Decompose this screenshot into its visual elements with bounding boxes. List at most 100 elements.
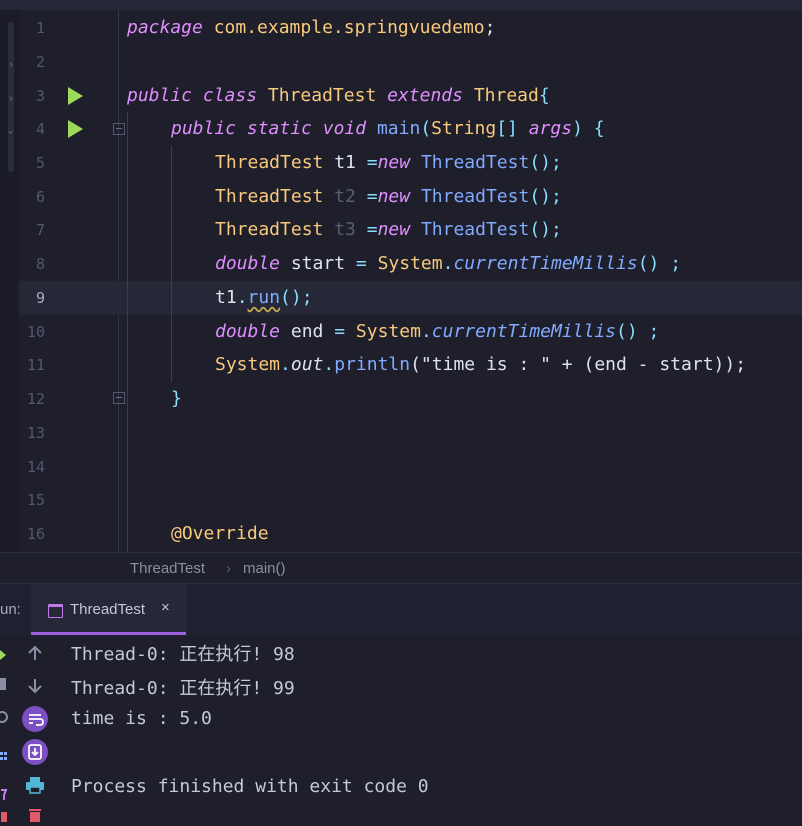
keyword: package <box>127 17 203 38</box>
punctuation: ( <box>420 118 432 139</box>
code-line[interactable]: ThreadTest t3 =new ThreadTest(); <box>215 213 562 247</box>
method-name: currentTimeMillis <box>431 321 617 342</box>
fold-marker-icon[interactable] <box>113 392 125 404</box>
code-line[interactable]: t1.run(); <box>215 281 313 315</box>
operator: = <box>323 321 356 342</box>
current-line-highlight <box>19 281 802 315</box>
punctuation: (); <box>529 186 562 207</box>
run-main-icon[interactable] <box>68 120 83 138</box>
console-output-line: Thread-0: 正在执行! 98 <box>71 644 295 665</box>
pin-icon[interactable] <box>0 787 8 801</box>
code-line[interactable]: package com.example.springvuedemo; <box>127 11 495 45</box>
soft-wrap-icon[interactable] <box>22 706 48 736</box>
punctuation: () ; <box>616 321 660 342</box>
run-tool-window-header: un: ThreadTest × <box>0 583 802 636</box>
punctuation: ; <box>484 17 496 38</box>
indent-guide <box>127 112 128 552</box>
line-number: 5 <box>35 154 45 172</box>
variable: t1 <box>215 287 237 308</box>
code-line[interactable]: public class ThreadTest extends Thread{ <box>127 79 550 113</box>
code-line[interactable]: double end = System.currentTimeMillis() … <box>215 315 659 349</box>
code-line[interactable]: @Override <box>171 517 269 551</box>
operator: = <box>355 152 378 173</box>
package-name: com.example.springvuedemo <box>213 17 485 38</box>
code-line[interactable]: public static void main(String[] args) { <box>171 112 605 146</box>
variable: end <box>290 321 324 342</box>
line-number: 3 <box>35 87 45 105</box>
field-name: out <box>290 354 324 375</box>
code-line[interactable]: double start = System.currentTimeMillis(… <box>215 247 681 281</box>
parameter: args <box>528 118 573 139</box>
code-line[interactable]: ThreadTest t1 =new ThreadTest(); <box>215 146 562 180</box>
keyword: static <box>246 118 312 139</box>
punctuation: () ; <box>637 253 682 274</box>
punctuation: (); <box>529 219 562 240</box>
line-number: 7 <box>35 221 45 239</box>
unused-variable: t2 <box>334 186 356 207</box>
breadcrumb-method[interactable]: main() <box>243 560 286 577</box>
console-output-line: time is : 5.0 <box>71 708 212 729</box>
punctuation: . <box>420 321 432 342</box>
variable: start <box>290 253 346 274</box>
console-output-line: Process finished with exit code 0 <box>71 776 429 797</box>
arrow-down-icon[interactable] <box>26 677 44 699</box>
arrow-up-icon[interactable] <box>26 644 44 666</box>
keyword: double <box>215 321 281 342</box>
keyword: public <box>171 118 237 139</box>
left-tool-strip: › › › <box>0 10 19 552</box>
line-number: 10 <box>26 323 45 341</box>
breadcrumb-class[interactable]: ThreadTest <box>130 560 205 577</box>
class-name: ThreadTest <box>215 219 324 240</box>
punctuation: [] <box>496 118 529 139</box>
line-number: 8 <box>35 255 45 273</box>
punctuation: . <box>323 354 335 375</box>
constructor: ThreadTest <box>420 186 530 207</box>
operator: = <box>355 186 378 207</box>
console-window-icon <box>48 604 63 618</box>
run-class-icon[interactable] <box>68 87 83 105</box>
punctuation: ) { <box>572 118 605 139</box>
punctuation: } <box>171 388 182 409</box>
print-icon[interactable] <box>25 776 45 798</box>
operator: = <box>355 219 378 240</box>
tab-threadtest[interactable]: ThreadTest × <box>31 584 186 635</box>
class-name: ThreadTest <box>215 152 324 173</box>
variable: t1 <box>334 152 356 173</box>
tab-label: ThreadTest <box>70 601 146 618</box>
punctuation: { <box>538 85 550 106</box>
rerun-icon[interactable] <box>0 647 8 660</box>
class-name: System <box>377 253 443 274</box>
run-console[interactable]: Thread-0: 正在执行! 98 Thread-0: 正在执行! 99 ti… <box>0 635 802 822</box>
indent-guide <box>171 146 172 382</box>
code-editor[interactable]: › › › 1 2 3 4 5 6 7 8 9 10 11 12 13 14 1… <box>0 0 802 552</box>
code-line[interactable]: System.out.println("time is : " + (end -… <box>215 348 746 382</box>
line-number: 16 <box>26 525 45 543</box>
unused-variable: t3 <box>334 219 356 240</box>
trash-icon[interactable] <box>28 807 42 826</box>
close-icon[interactable]: × <box>161 599 170 616</box>
chevron-down-icon[interactable]: › <box>5 130 18 134</box>
layout-icon[interactable] <box>0 747 8 760</box>
trash-icon[interactable] <box>0 807 8 822</box>
class-name: ThreadTest <box>267 85 377 106</box>
stop-icon[interactable] <box>0 678 6 690</box>
keyword: new <box>377 219 411 240</box>
string-expression: ("time is : " + (end - start)); <box>410 354 747 375</box>
keyword: public <box>127 85 193 106</box>
keyword: new <box>377 186 411 207</box>
keyword: new <box>377 152 411 173</box>
settings-icon[interactable] <box>0 709 8 723</box>
fold-marker-icon[interactable] <box>113 123 125 135</box>
chevron-right-icon[interactable]: › <box>9 92 13 105</box>
keyword: void <box>322 118 367 139</box>
class-name: ThreadTest <box>215 186 324 207</box>
line-number: 12 <box>26 390 45 408</box>
keyword: class <box>202 85 258 106</box>
breadcrumb: ThreadTest › main() <box>0 552 802 584</box>
punctuation: . <box>280 354 291 375</box>
code-line[interactable]: ThreadTest t2 =new ThreadTest(); <box>215 180 562 214</box>
code-line[interactable]: } <box>171 382 182 416</box>
chevron-right-icon[interactable]: › <box>9 58 13 71</box>
method-name: currentTimeMillis <box>453 253 638 274</box>
scroll-to-end-icon[interactable] <box>22 739 48 769</box>
